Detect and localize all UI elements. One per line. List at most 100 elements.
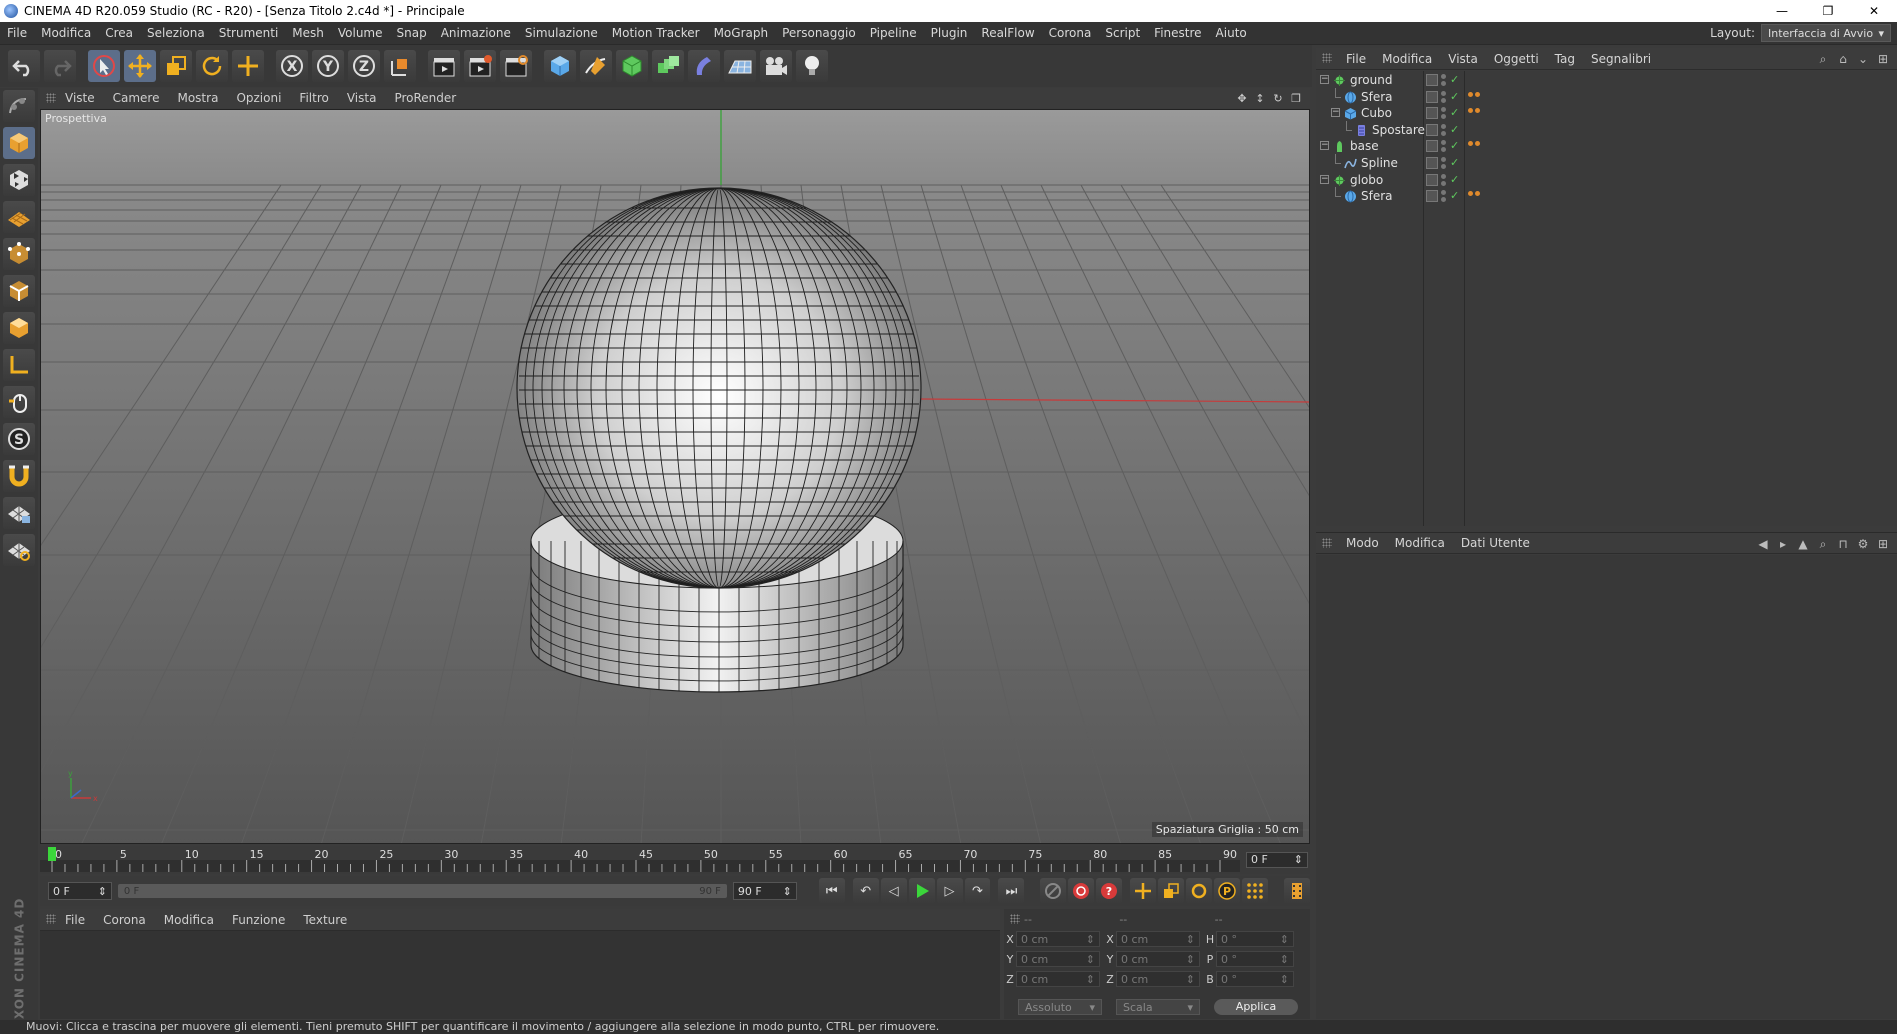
play-forward-button[interactable] [908, 878, 935, 904]
viewport-menu-opzioni[interactable]: Opzioni [227, 91, 290, 105]
viewport-menu-camere[interactable]: Camere [104, 91, 169, 105]
deformer-button[interactable] [688, 50, 720, 82]
workplane-lock-button[interactable] [3, 497, 35, 529]
end-frame-field[interactable]: 90 F ⇕ [732, 882, 797, 900]
visibility-dots[interactable] [1441, 173, 1447, 186]
position-z-field[interactable]: 0 cm ⇕ [1016, 971, 1100, 987]
panel-grip[interactable] [46, 914, 56, 924]
enabled-check-icon[interactable]: ✓ [1450, 190, 1462, 202]
close-button[interactable]: ✕ [1851, 0, 1897, 22]
undo-button[interactable] [8, 50, 40, 82]
scale-tool-button[interactable] [160, 50, 192, 82]
menu-corona[interactable]: Corona [1042, 22, 1099, 45]
axis-x-lock-button[interactable]: X [276, 50, 308, 82]
material-tag-icon[interactable] [1475, 141, 1480, 147]
previous-frame-button[interactable]: ◁ [880, 878, 907, 904]
texture-mode-button[interactable] [3, 164, 35, 196]
layer-box[interactable] [1426, 90, 1438, 103]
viewport-menu-viste[interactable]: Viste [56, 91, 104, 105]
forward-arrow-icon[interactable]: ▸ [1775, 536, 1791, 552]
material-menu-modifica[interactable]: Modifica [155, 913, 223, 927]
menu-animazione[interactable]: Animazione [434, 22, 518, 45]
redo-button[interactable] [44, 50, 76, 82]
object-menu-segnalibri[interactable]: Segnalibri [1583, 52, 1659, 66]
menu-motion-tracker[interactable]: Motion Tracker [605, 22, 707, 45]
axis-y-lock-button[interactable]: Y [312, 50, 344, 82]
start-frame-field[interactable]: 0 F ⇕ [48, 882, 112, 900]
new-panel-icon[interactable]: ⊞ [1875, 51, 1891, 67]
make-editable-button[interactable] [3, 90, 35, 122]
size-z-field[interactable]: 0 cm ⇕ [1116, 971, 1200, 987]
coordinate-mode-select[interactable]: Assoluto ▾ [1018, 999, 1102, 1015]
back-arrow-icon[interactable]: ◀ [1755, 536, 1771, 552]
object-menu-file[interactable]: File [1338, 52, 1374, 66]
cube-primitive-button[interactable] [544, 50, 576, 82]
workplane-align-button[interactable] [3, 534, 35, 566]
settings-icon[interactable]: ⚙ [1855, 536, 1871, 552]
layout-select[interactable]: Interfaccia di Avvio ▾ [1761, 24, 1891, 42]
rotate-tool-button[interactable] [196, 50, 228, 82]
menu-pipeline[interactable]: Pipeline [863, 22, 924, 45]
tree-expander[interactable]: − [1320, 141, 1329, 151]
menu-seleziona[interactable]: Seleziona [140, 22, 212, 45]
enabled-check-icon[interactable]: ✓ [1450, 157, 1462, 169]
panel-grip[interactable] [46, 93, 56, 103]
go-to-previous-key-button[interactable]: ↶ [852, 878, 879, 904]
record-position-button[interactable] [1130, 878, 1157, 904]
render-picture-viewer-button[interactable] [464, 50, 496, 82]
playhead[interactable] [48, 847, 56, 861]
current-frame-field[interactable]: 0 F ⇕ [1246, 852, 1308, 868]
new-panel-icon[interactable]: ⊞ [1875, 536, 1891, 552]
visibility-dots[interactable] [1441, 123, 1447, 136]
material-tag-icon[interactable] [1475, 108, 1480, 114]
object-menu-modifica[interactable]: Modifica [1374, 52, 1440, 66]
attribute-menu-modifica[interactable]: Modifica [1387, 536, 1453, 550]
enabled-check-icon[interactable]: ✓ [1450, 74, 1462, 86]
menu-realflow[interactable]: RealFlow [974, 22, 1041, 45]
viewport-menu-prorender[interactable]: ProRender [385, 91, 465, 105]
orbit-view-icon[interactable]: ↻ [1270, 90, 1286, 106]
enabled-check-icon[interactable]: ✓ [1450, 123, 1462, 136]
tweak-mode-button[interactable] [3, 386, 35, 418]
size-x-field[interactable]: 0 cm ⇕ [1116, 931, 1200, 947]
menu-plugin[interactable]: Plugin [924, 22, 975, 45]
panel-grip[interactable] [1322, 53, 1332, 63]
material-menu-corona[interactable]: Corona [94, 913, 155, 927]
menu-volume[interactable]: Volume [331, 22, 390, 45]
keyframe-selection-button[interactable]: ? [1096, 878, 1123, 904]
light-button[interactable] [796, 50, 828, 82]
autokeying-button[interactable] [1068, 878, 1095, 904]
go-to-end-button[interactable]: ⏭ [998, 878, 1025, 904]
position-y-field[interactable]: 0 cm ⇕ [1016, 951, 1100, 967]
record-rotation-button[interactable] [1186, 878, 1213, 904]
snap-button[interactable] [3, 460, 35, 492]
visibility-dots[interactable] [1441, 74, 1447, 86]
layer-box[interactable] [1426, 173, 1438, 186]
layer-box[interactable] [1426, 140, 1438, 153]
rotation-h-field[interactable]: 0 ° ⇕ [1216, 931, 1294, 947]
menu-script[interactable]: Script [1098, 22, 1147, 45]
enabled-check-icon[interactable]: ✓ [1450, 90, 1462, 103]
viewport-menu-vista[interactable]: Vista [338, 91, 386, 105]
layer-box[interactable] [1426, 74, 1438, 86]
live-selection-button[interactable] [88, 50, 120, 82]
enabled-check-icon[interactable]: ✓ [1450, 107, 1462, 119]
search-icon[interactable]: ⌕ [1815, 51, 1831, 67]
menu-modifica[interactable]: Modifica [34, 22, 98, 45]
array-generator-button[interactable] [652, 50, 684, 82]
material-menu-texture[interactable]: Texture [294, 913, 356, 927]
attribute-menu-dati-utente[interactable]: Dati Utente [1453, 536, 1538, 550]
tree-expander[interactable]: − [1320, 174, 1329, 184]
enabled-check-icon[interactable]: ✓ [1450, 173, 1462, 186]
points-mode-button[interactable] [3, 238, 35, 270]
home-icon[interactable]: ⌂ [1835, 51, 1851, 67]
render-settings-button[interactable] [500, 50, 532, 82]
material-tag-icon[interactable] [1475, 191, 1480, 197]
pan-view-icon[interactable]: ✥ [1234, 90, 1250, 106]
render-view-button[interactable] [428, 50, 460, 82]
coordinate-system-button[interactable] [384, 50, 416, 82]
timeline-track[interactable] [40, 860, 1240, 872]
record-point-level-button[interactable] [1242, 878, 1268, 904]
material-menu-file[interactable]: File [56, 913, 94, 927]
layer-box[interactable] [1426, 123, 1438, 136]
